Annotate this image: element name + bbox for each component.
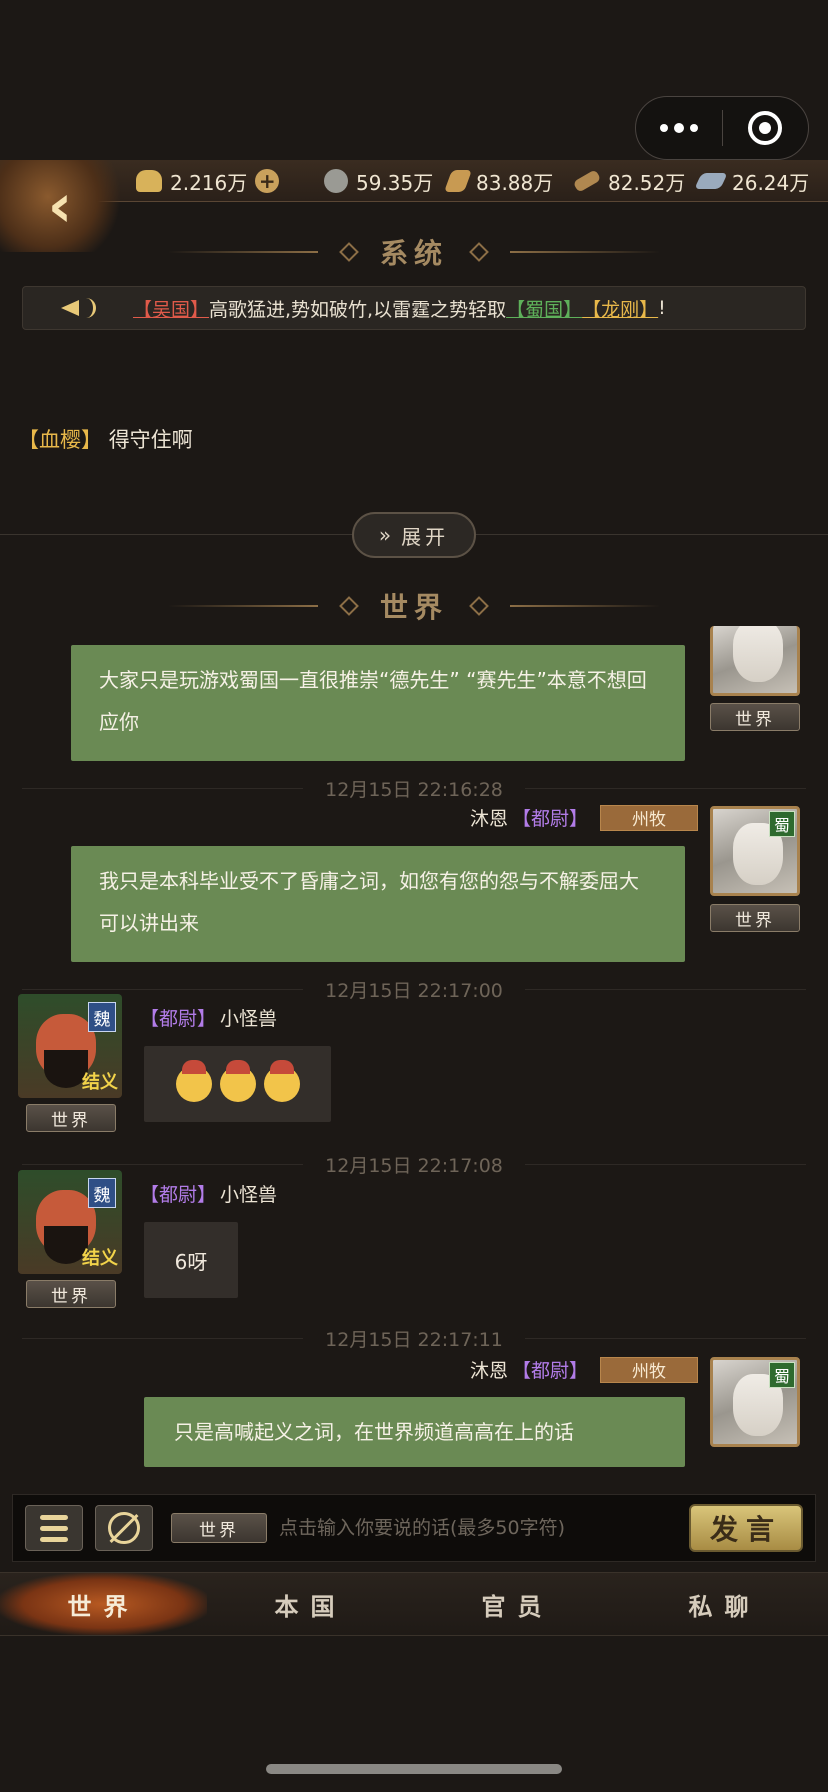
system-chat-message: 【血樱】 得守住啊 — [18, 424, 193, 454]
sender-title: 【都尉】 — [512, 1360, 589, 1382]
more-icon[interactable] — [636, 97, 722, 159]
chat-input-bar: 世界 发言 — [12, 1494, 816, 1562]
channel-select[interactable]: 世界 — [171, 1513, 267, 1543]
tab-officials[interactable]: 官员 — [414, 1573, 621, 1635]
world-channel-tag: 世界 — [26, 1104, 116, 1132]
wood-icon — [572, 169, 602, 193]
grain-icon — [443, 170, 473, 192]
kingdom-badge: 魏 — [88, 1002, 116, 1032]
message-text: 大家只是玩游戏蜀国一直很推崇“德先生” “赛先生”本意不想回应你 — [99, 668, 647, 734]
message-text: 得守住啊 — [108, 428, 193, 452]
expand-button[interactable]: » 展开 — [352, 512, 476, 558]
resource-iron: 26.24万 — [694, 164, 810, 198]
kingdom-badge: 魏 — [88, 1178, 116, 1208]
chat-bubble-own[interactable]: 大家只是玩游戏蜀国一直很推崇“德先生” “赛先生”本意不想回应你 — [71, 645, 685, 761]
avatar[interactable]: 蜀 — [710, 806, 800, 896]
notice-kingdom-tag[interactable]: 【吴国】 — [133, 295, 209, 322]
sender-info: 沐恩 【都尉】 州牧 — [470, 804, 699, 831]
message-text: 只是高喊起义之词，在世界频道高高在上的话 — [174, 1420, 574, 1444]
sender-title: 【都尉】 — [140, 1008, 217, 1030]
timestamp: 12月15日 22:17:11 — [0, 1326, 828, 1351]
tab-kingdom[interactable]: 本国 — [207, 1573, 414, 1635]
sender-name[interactable]: 沐恩 — [470, 804, 508, 831]
message-input[interactable] — [279, 1517, 689, 1539]
channel-tabs: 世界 本国 官员 私聊 — [0, 1572, 828, 1636]
grain-value: 83.88万 — [476, 170, 554, 195]
sender-name[interactable]: 小怪兽 — [220, 1180, 277, 1207]
world-channel-tag: 世界 — [26, 1280, 116, 1308]
sender-title: 【都尉】 — [512, 808, 589, 830]
sworn-brother-badge: 结义 — [82, 1248, 118, 1269]
close-miniprogram-icon[interactable] — [723, 111, 809, 145]
iron-icon — [694, 173, 728, 189]
rank-badge: 州牧 — [600, 804, 699, 831]
menu-icon — [40, 1514, 68, 1542]
home-indicator — [266, 1764, 562, 1774]
emoji-toggle-button[interactable] — [95, 1505, 153, 1551]
avatar[interactable]: 蜀 — [710, 1357, 800, 1447]
add-ingot-button[interactable]: + — [255, 169, 280, 193]
timestamp: 12月15日 22:17:08 — [0, 1152, 828, 1177]
chevron-down-icon: » — [378, 523, 396, 547]
world-section-title: 世界 — [0, 586, 828, 626]
chat-bubble-emoji[interactable] — [144, 1046, 331, 1122]
timestamp: 12月15日 22:16:28 — [0, 776, 828, 801]
message-text: 6呀 — [174, 1249, 208, 1274]
kingdom-badge: 蜀 — [769, 1362, 795, 1388]
speaker-icon — [61, 296, 99, 320]
sender-name[interactable]: 沐恩 — [470, 1356, 508, 1383]
coin-value: 59.35万 — [356, 170, 434, 195]
sender-info: 沐恩 【都尉】 州牧 — [470, 1356, 699, 1383]
kingdom-badge: 蜀 — [769, 811, 795, 837]
avatar[interactable]: 魏 结义 — [18, 1170, 122, 1274]
notice-text: 高歌猛进,势如破竹,以雷霆之势轻取 — [209, 298, 507, 321]
rank-badge: 州牧 — [600, 1356, 699, 1383]
world-channel-tag: 世界 — [710, 904, 800, 932]
sender-info: 【都尉】 小怪兽 — [140, 1004, 277, 1031]
system-notice: 【吴国】 高歌猛进,势如破竹,以雷霆之势轻取 【蜀国】 【龙刚】 ! — [22, 286, 806, 330]
notice-kingdom-tag[interactable]: 【蜀国】 — [506, 295, 582, 322]
wood-value: 82.52万 — [608, 170, 686, 195]
system-section-title: 系统 — [0, 232, 828, 272]
resource-coin: 59.35万 — [324, 164, 433, 198]
miniprogram-capsule — [635, 96, 809, 160]
emoji-icon — [175, 1060, 212, 1102]
tab-world[interactable]: 世界 — [0, 1573, 207, 1635]
sender-tag[interactable]: 【血樱】 — [18, 428, 102, 452]
world-channel-tag: 世界 — [710, 703, 800, 731]
avatar[interactable]: 魏 结义 — [18, 994, 122, 1098]
chat-bubble-own[interactable]: 我只是本科毕业受不了昏庸之词，如您有您的怨与不解委屈大可以讲出来 — [71, 846, 685, 962]
sworn-brother-badge: 结义 — [82, 1072, 118, 1093]
chat-bubble-other[interactable]: 6呀 — [144, 1222, 238, 1298]
sender-title: 【都尉】 — [140, 1184, 217, 1206]
chevron-left-icon: ‹ — [47, 171, 73, 241]
resource-wood: 82.52万 — [572, 164, 686, 198]
menu-button[interactable] — [25, 1505, 83, 1551]
emoji-disabled-icon — [108, 1512, 140, 1544]
timestamp: 12月15日 22:17:00 — [0, 977, 828, 1002]
resource-ingot: 2.216万 + — [136, 164, 280, 198]
chat-bubble-own[interactable]: 只是高喊起义之词，在世界频道高高在上的话 — [144, 1397, 685, 1467]
avatar[interactable] — [710, 626, 800, 696]
coin-icon — [324, 169, 348, 193]
ingot-icon — [136, 170, 162, 192]
tab-private[interactable]: 私聊 — [621, 1573, 828, 1635]
iron-value: 26.24万 — [732, 170, 810, 195]
ingot-value: 2.216万 — [170, 170, 248, 195]
message-text: 我只是本科毕业受不了昏庸之词，如您有您的怨与不解委屈大可以讲出来 — [99, 869, 639, 935]
resource-grain: 83.88万 — [443, 164, 554, 198]
send-button[interactable]: 发言 — [689, 1504, 803, 1552]
sender-info: 【都尉】 小怪兽 — [140, 1180, 277, 1207]
emoji-icon — [219, 1060, 256, 1102]
notice-city-tag[interactable]: 【龙刚】 — [582, 295, 658, 322]
emoji-icon — [263, 1060, 300, 1102]
sender-name[interactable]: 小怪兽 — [220, 1004, 277, 1031]
